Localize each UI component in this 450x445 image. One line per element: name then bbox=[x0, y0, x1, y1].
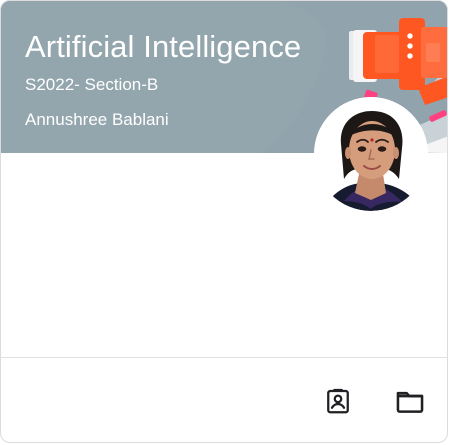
teacher-name-link[interactable]: Annushree Bablani bbox=[25, 109, 169, 131]
class-drive-folder-button[interactable] bbox=[388, 379, 432, 423]
card-footer-divider bbox=[1, 357, 447, 358]
folder-icon bbox=[396, 391, 424, 413]
teacher-avatar bbox=[314, 97, 428, 211]
teacher-profile-photo bbox=[314, 97, 428, 211]
course-options-button[interactable] bbox=[395, 27, 425, 65]
assignment-ind-icon bbox=[327, 388, 349, 414]
course-card: Artificial Intelligence S2022- Section-B… bbox=[0, 0, 448, 443]
course-title-link[interactable]: Artificial Intelligence bbox=[25, 28, 301, 66]
course-section: S2022- Section-B bbox=[25, 75, 159, 94]
your-work-button[interactable] bbox=[316, 379, 360, 423]
more-vert-icon bbox=[407, 33, 413, 59]
